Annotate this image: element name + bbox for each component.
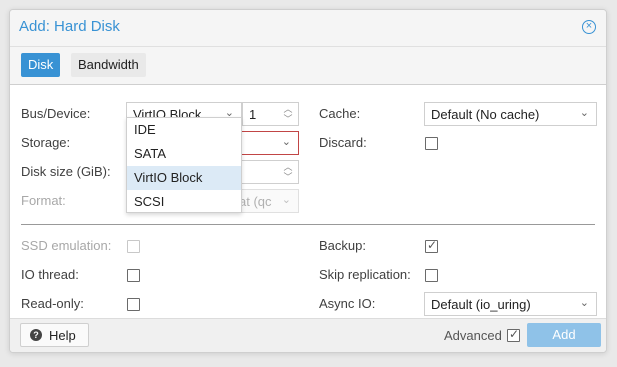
add-button[interactable]: Add [527,323,601,347]
help-button-label: Help [49,328,76,343]
spinner-arrows-icon[interactable]: ︿ ﹀ [282,104,294,124]
backup-checkbox[interactable]: ✓ [425,238,438,253]
discard-checkbox[interactable] [425,137,438,150]
dialog-footer: ? Help Advanced ✓ Add [10,318,606,352]
async-io-value: Default (io_uring) [431,297,531,312]
advanced-label: Advanced [444,328,502,343]
async-io-label: Async IO: [319,296,376,311]
chevron-down-icon: ⌄ [281,194,291,206]
bus-option-ide[interactable]: IDE [127,118,241,142]
cache-select[interactable]: Default (No cache) ⌄ [424,102,597,126]
cache-select-value: Default (No cache) [431,107,540,122]
tab-bandwidth[interactable]: Bandwidth [71,53,146,77]
read-only-label: Read-only: [21,296,84,311]
dialog-title: Add: Hard Disk [19,18,120,35]
device-index-stepper[interactable]: 1 ︿ ﹀ [242,102,299,126]
device-index-value: 1 [249,107,257,122]
bus-device-label: Bus/Device: [21,106,91,121]
tab-disk[interactable]: Disk [21,53,61,77]
storage-label: Storage: [21,135,71,150]
bus-option-sata[interactable]: SATA [127,142,241,166]
close-icon[interactable]: × [582,20,596,34]
advanced-checkbox[interactable]: ✓ [507,327,520,342]
format-label: Format: [21,193,66,208]
cache-label: Cache: [319,106,361,121]
spinner-arrows-icon[interactable]: ︿ ﹀ [282,162,294,182]
checkmark-icon: ✓ [509,327,520,341]
io-thread-checkbox[interactable] [127,269,140,282]
help-button[interactable]: ? Help [20,323,89,347]
dialog-body: Disk Bandwidth Bus/Device: VirtIO Block … [10,47,606,319]
question-circle-icon: ? [30,329,42,341]
discard-label: Discard: [319,135,367,150]
section-divider [21,224,595,225]
chevron-down-icon: ⌄ [579,297,589,309]
async-io-select[interactable]: Default (io_uring) ⌄ [424,292,597,316]
read-only-checkbox[interactable] [127,298,140,311]
backup-label: Backup: [319,238,366,253]
format-value: at (qc [239,194,272,209]
skip-replication-checkbox[interactable] [425,269,438,282]
bus-option-scsi[interactable]: SCSI [127,190,241,214]
ssd-emulation-checkbox [127,240,140,253]
ssd-emulation-label: SSD emulation: [21,238,112,253]
checkmark-icon: ✓ [427,238,438,252]
chevron-down-icon: ⌄ [281,136,291,148]
dialog-titlebar: Add: Hard Disk × [10,10,606,47]
chevron-down-icon: ⌄ [579,107,589,119]
disk-size-label: Disk size (GiB): [21,164,111,179]
tab-strip: Disk Bandwidth [10,47,606,85]
io-thread-label: IO thread: [21,267,79,282]
add-hard-disk-dialog: Add: Hard Disk × Disk Bandwidth Bus/Devi… [9,9,607,353]
bus-option-virtio-block[interactable]: VirtIO Block [127,166,241,190]
skip-replication-label: Skip replication: [319,267,411,282]
bus-options-dropdown: IDE SATA VirtIO Block SCSI [126,117,242,213]
